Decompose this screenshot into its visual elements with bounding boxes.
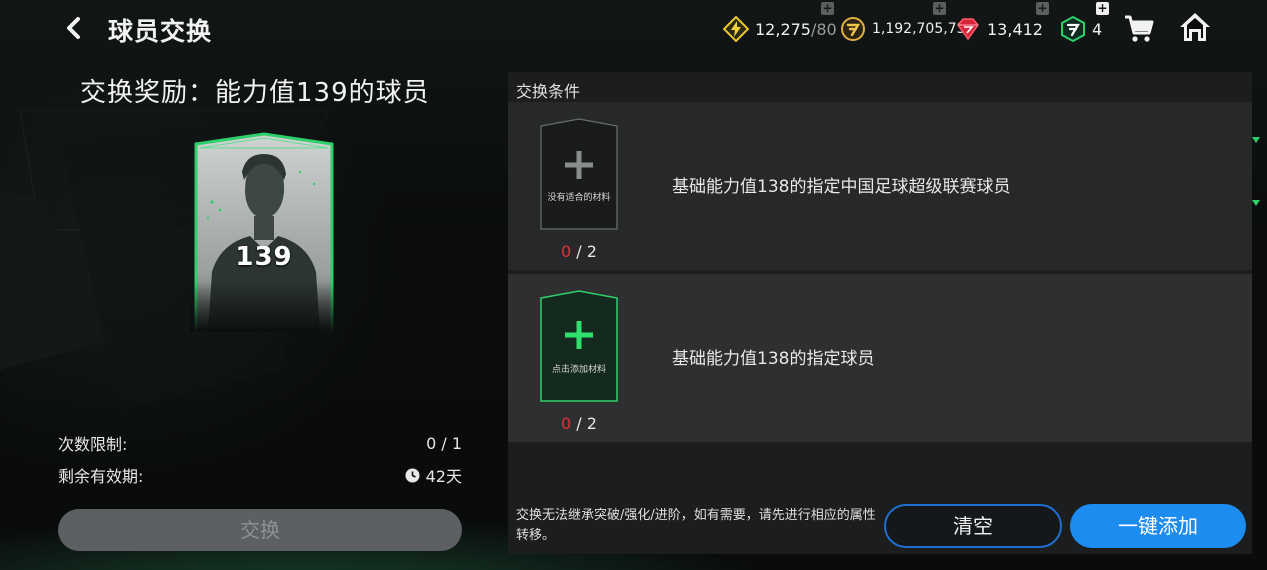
- page-title: 球员交换: [108, 17, 213, 46]
- exchange-notice: 交换无法继承突破/强化/进阶，如有需要，请先进行相应的属性转移。: [516, 508, 876, 543]
- clock-icon: [405, 468, 420, 482]
- expiry-value: 42天: [425, 467, 462, 486]
- condition-row: 没有适合的材料 0 / 2 基础能力值138的指定中国足球超级联赛球员: [508, 102, 1252, 270]
- player-card-art: [190, 132, 338, 334]
- energy-value: 12,275: [755, 19, 811, 39]
- plus-icon: [565, 321, 593, 349]
- material-slot-add[interactable]: 点击添加材料: [540, 290, 618, 402]
- scroll-indicator-icon: [1252, 137, 1260, 143]
- exchange-button[interactable]: 交换: [58, 509, 462, 551]
- material-required: / 2: [571, 414, 597, 433]
- material-count: 0 / 2: [540, 414, 618, 433]
- reward-player-card[interactable]: 139: [190, 132, 338, 334]
- scroll-indicator-icon: [1252, 200, 1260, 206]
- coin-add-button[interactable]: +: [933, 2, 946, 15]
- reward-title: 交换奖励：能力值139的球员: [80, 78, 430, 108]
- condition-row: 点击添加材料 0 / 2 基础能力值138的指定球员: [508, 274, 1252, 442]
- energy-icon: [723, 16, 749, 42]
- gem-value: 13,412: [987, 19, 1043, 39]
- energy-max: /80: [810, 19, 837, 39]
- slot-label: 点击添加材料: [551, 365, 606, 375]
- conditions-header: 交换条件: [516, 82, 581, 101]
- card-rating: 139: [235, 242, 293, 272]
- gem-icon: [957, 18, 979, 41]
- condition-description: 基础能力值138的指定中国足球超级联赛球员: [672, 177, 1011, 197]
- token-value: 4: [1092, 19, 1103, 39]
- cart-icon[interactable]: [1123, 12, 1155, 44]
- gem-currency: 13,412 +: [955, 2, 1049, 44]
- material-owned: 0: [561, 242, 572, 261]
- top-bar: 球员交换 12,275/80 + 1,192,705,731 + 13,412 …: [0, 0, 1267, 58]
- conditions-panel: 交换条件 没有适合的材料 0 / 2 基础能力值138的指定中国足球超级联赛球员…: [508, 72, 1252, 554]
- condition-description: 基础能力值138的指定球员: [672, 349, 875, 369]
- home-icon[interactable]: [1178, 10, 1212, 44]
- clear-button[interactable]: 清空: [884, 504, 1062, 548]
- expiry-row: 剩余有效期: 42天: [58, 463, 462, 487]
- energy-add-button[interactable]: +: [821, 2, 834, 15]
- token-icon: [1061, 16, 1085, 42]
- expiry-label: 剩余有效期:: [58, 467, 144, 486]
- energy-currency: 12,275/80 +: [723, 2, 837, 44]
- coin-icon: [841, 17, 865, 41]
- slot-label: 没有适合的材料: [547, 193, 611, 203]
- token-add-button[interactable]: +: [1096, 2, 1109, 15]
- exchange-limit-row: 次数限制: 0 / 1: [58, 431, 462, 455]
- plus-icon: [565, 151, 593, 179]
- gem-add-button[interactable]: +: [1036, 2, 1049, 15]
- material-required: / 2: [571, 242, 597, 261]
- material-slot-empty[interactable]: 没有适合的材料: [540, 118, 618, 230]
- exchange-limit-value: 0 / 1: [426, 433, 462, 453]
- exchange-limit-label: 次数限制:: [58, 435, 128, 454]
- material-count: 0 / 2: [540, 242, 618, 261]
- chevron-left-icon[interactable]: [60, 14, 88, 42]
- add-all-button[interactable]: 一键添加: [1070, 504, 1246, 548]
- token-currency: 4 +: [1060, 2, 1109, 44]
- material-owned: 0: [561, 414, 572, 433]
